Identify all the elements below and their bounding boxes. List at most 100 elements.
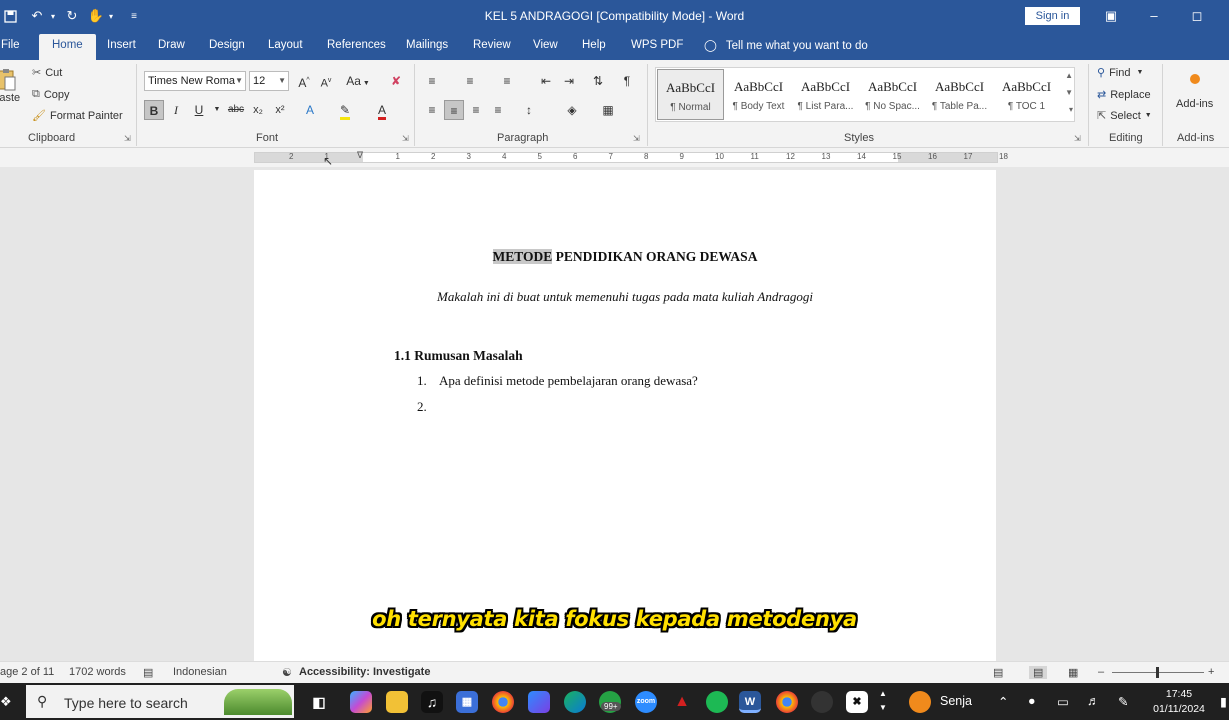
app-icon[interactable]	[811, 691, 833, 713]
font-launcher-icon[interactable]: ⇲	[402, 134, 409, 143]
capcut-icon[interactable]: ✖	[846, 691, 868, 713]
paragraph-launcher-icon[interactable]: ⇲	[633, 134, 640, 143]
tab-review[interactable]: Review	[473, 39, 511, 51]
paste-button[interactable]: Paste	[0, 68, 20, 104]
copy-button[interactable]: ⧉ Copy	[32, 88, 70, 101]
tab-draw[interactable]: Draw	[158, 39, 185, 51]
indent-marker-icon[interactable]: ∇	[357, 150, 363, 161]
accessibility-status[interactable]: Accessibility: Investigate	[299, 666, 430, 678]
tab-layout[interactable]: Layout	[268, 39, 303, 51]
find-button[interactable]: ⚲ Find ▼	[1097, 66, 1143, 80]
styles-scroll-up-icon[interactable]: ▲	[1065, 71, 1073, 80]
document-page[interactable]: METODE PENDIDIKAN ORANG DEWASA Makalah i…	[254, 170, 996, 670]
taskbar-search[interactable]: ⚲ Type here to search	[26, 685, 294, 718]
format-painter-button[interactable]: 🖌 Format Painter	[32, 109, 123, 123]
styles-launcher-icon[interactable]: ⇲	[1074, 134, 1081, 143]
chevron-up-icon[interactable]: ⌃	[998, 694, 1008, 709]
zoom-slider-thumb[interactable]	[1156, 667, 1159, 678]
ribbon-display-icon[interactable]: ▣	[1096, 6, 1126, 26]
line-spacing-icon[interactable]: ↕	[519, 100, 539, 120]
subscript-button[interactable]: x₂	[248, 100, 268, 120]
zoom-out-icon[interactable]: –	[1098, 666, 1104, 678]
tell-me-search[interactable]: ◯ Tell me what you want to do	[704, 38, 868, 52]
align-center-icon[interactable]: ≡	[444, 100, 464, 120]
tab-file[interactable]: File	[1, 39, 20, 51]
minimize-button[interactable]: –	[1139, 6, 1169, 26]
web-layout-icon[interactable]: ▦	[1068, 666, 1078, 679]
style-toc-1[interactable]: AaBbCcI ¶ TOC 1	[993, 69, 1060, 120]
tab-design[interactable]: Design	[209, 39, 245, 51]
replace-button[interactable]: ⇄ Replace	[1097, 88, 1151, 102]
read-mode-icon[interactable]: ▤	[993, 666, 1003, 679]
language-indicator[interactable]: Indonesian	[173, 666, 227, 678]
tab-help[interactable]: Help	[582, 39, 606, 51]
print-layout-icon[interactable]: ▤	[1029, 666, 1048, 679]
cut-button[interactable]: ✂ Cut	[32, 66, 62, 80]
sign-in-button[interactable]: Sign in	[1025, 7, 1080, 25]
style-table-paragraph[interactable]: AaBbCcI ¶ Table Pa...	[926, 69, 993, 120]
style-no-spacing[interactable]: AaBbCcI ¶ No Spac...	[859, 69, 926, 120]
shading-icon[interactable]: ◈	[562, 100, 582, 120]
font-color-icon[interactable]: A	[372, 100, 392, 120]
bullets-icon[interactable]: ≡	[422, 71, 442, 91]
page-count[interactable]: age 2 of 11	[0, 666, 54, 678]
numbering-icon[interactable]: ≡	[460, 71, 480, 91]
tab-mailings[interactable]: Mailings	[406, 39, 448, 51]
maximize-button[interactable]: ◻	[1182, 6, 1212, 26]
edge-icon[interactable]	[564, 691, 586, 713]
windows-start-icon[interactable]: ❖	[0, 694, 12, 710]
bold-button[interactable]: B	[144, 100, 164, 120]
clear-formatting-icon[interactable]: ✘	[386, 71, 406, 91]
borders-icon[interactable]: ▦	[598, 100, 618, 120]
text-effects-icon[interactable]: A	[300, 100, 320, 120]
styles-more-icon[interactable]: ▾	[1069, 105, 1073, 114]
pen-icon[interactable]: ✎	[1118, 694, 1128, 709]
store-icon[interactable]: ▦	[456, 691, 478, 713]
select-button[interactable]: ⇱ Select ▼	[1097, 109, 1152, 123]
underline-dropdown-icon[interactable]: ▼	[207, 100, 227, 120]
styles-scroll-down-icon[interactable]: ▼	[1065, 88, 1073, 97]
taskbar-scroll-icon[interactable]: ▲ ▼	[879, 687, 887, 715]
multilevel-list-icon[interactable]: ≡	[497, 71, 517, 91]
increase-indent-icon[interactable]: ⇥	[559, 71, 579, 91]
tab-insert[interactable]: Insert	[107, 39, 136, 51]
word-app-icon[interactable]: W	[739, 691, 761, 713]
tiktok-icon[interactable]: ♫	[421, 691, 443, 713]
chrome-profile-icon[interactable]	[776, 691, 798, 713]
change-case-button[interactable]: Aa ▼	[344, 71, 372, 91]
grow-font-icon[interactable]: A^	[294, 71, 314, 91]
sort-icon[interactable]: ⇅	[588, 71, 608, 91]
decrease-indent-icon[interactable]: ⇤	[536, 71, 556, 91]
italic-button[interactable]: I	[166, 100, 186, 120]
volume-icon[interactable]: ♬	[1087, 694, 1100, 708]
microphone-icon[interactable]: ●	[1028, 694, 1036, 708]
align-right-icon[interactable]: ≡	[466, 100, 486, 120]
font-size-select[interactable]: 12 ▼	[249, 71, 289, 91]
style-list-paragraph[interactable]: AaBbCcI ¶ List Para...	[792, 69, 859, 120]
spotify-icon[interactable]	[706, 691, 728, 713]
font-family-select[interactable]: Times New Roma ▼	[144, 71, 246, 91]
weather-label[interactable]: Senja	[940, 694, 972, 708]
shrink-font-icon[interactable]: Av	[316, 71, 336, 91]
strikethrough-button[interactable]: abc	[225, 100, 247, 120]
justify-icon[interactable]: ≡	[488, 100, 508, 120]
zoom-in-icon[interactable]: +	[1208, 666, 1214, 678]
tab-view[interactable]: View	[533, 39, 558, 51]
app-icon[interactable]	[528, 691, 550, 713]
tab-home[interactable]: Home	[39, 34, 96, 60]
tab-references[interactable]: References	[327, 39, 386, 51]
chrome-icon[interactable]	[492, 691, 514, 713]
proofing-icon[interactable]: ▤	[143, 666, 153, 679]
superscript-button[interactable]: x²	[270, 100, 290, 120]
tab-wps-pdf[interactable]: WPS PDF	[631, 39, 683, 51]
battery-icon[interactable]: ▭	[1057, 694, 1069, 709]
underline-button[interactable]: U	[189, 100, 209, 120]
system-clock[interactable]: 17:45 01/11/2024	[1150, 687, 1208, 717]
task-view-icon[interactable]: ◧	[308, 691, 330, 713]
word-count[interactable]: 1702 words	[69, 666, 126, 678]
style-body-text[interactable]: AaBbCcI ¶ Body Text	[725, 69, 792, 120]
show-formatting-marks-icon[interactable]: ¶	[617, 71, 637, 91]
highlight-icon[interactable]: ✎	[335, 100, 355, 120]
file-explorer-icon[interactable]	[386, 691, 408, 713]
horizontal-ruler[interactable]: 2 1 1 2 3 4 5 6 7 8 9 10 11 12 13 14 15 16 17 18	[254, 152, 1008, 163]
